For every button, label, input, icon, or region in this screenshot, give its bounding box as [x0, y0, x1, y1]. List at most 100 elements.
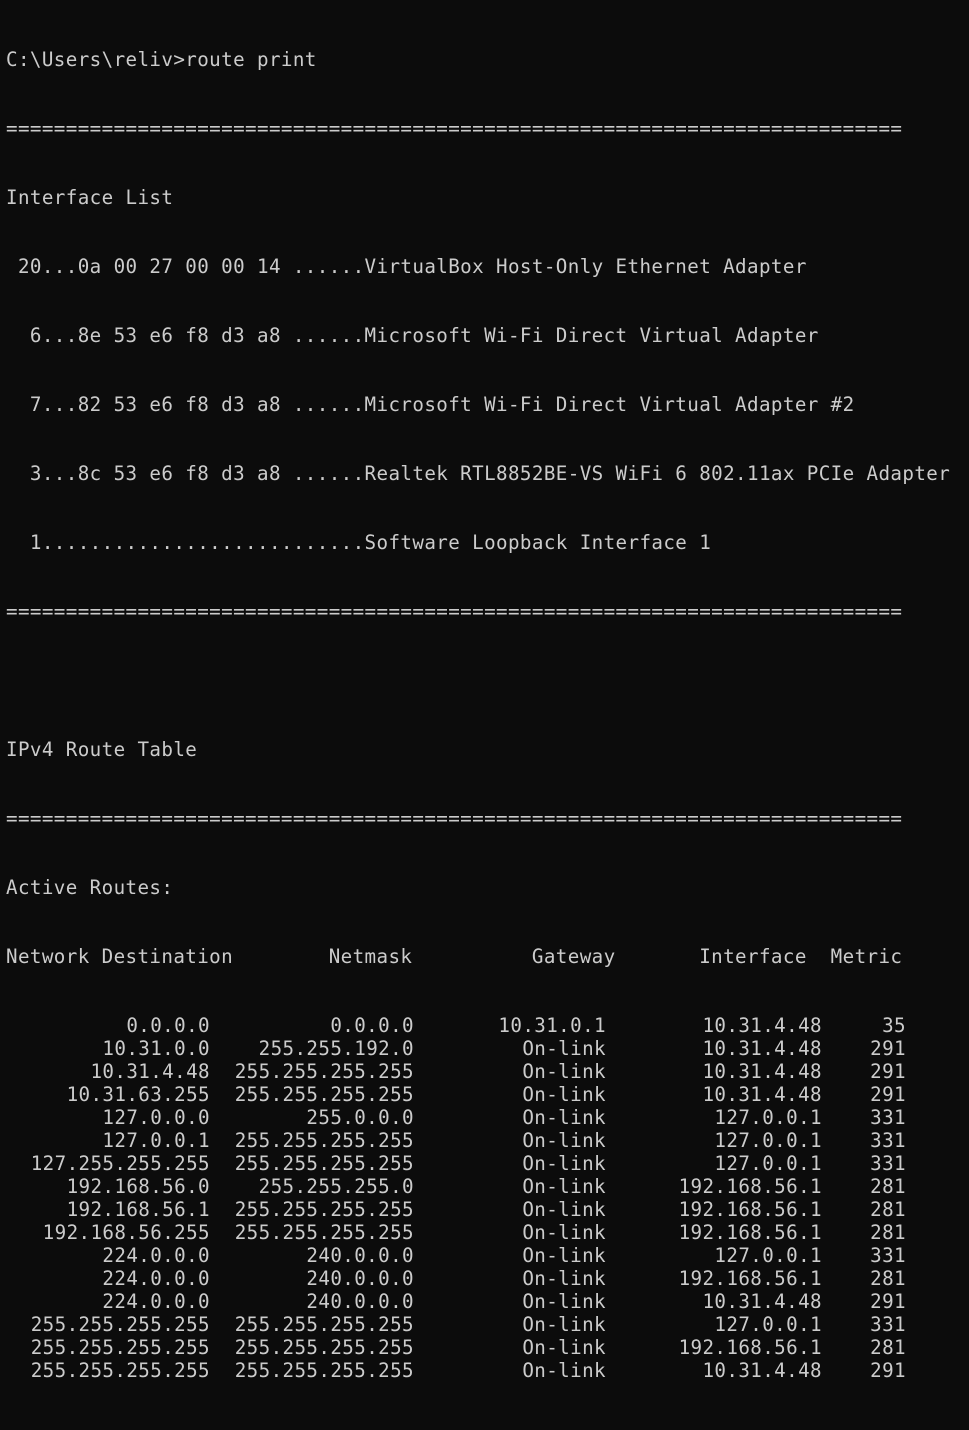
route-metric: 331: [870, 1152, 906, 1175]
route-destination: 255.255.255.255: [30, 1313, 210, 1336]
route-gateway: On-link: [522, 1198, 606, 1221]
route-metric: 281: [870, 1336, 906, 1359]
route-netmask: 255.255.255.255: [234, 1336, 414, 1359]
route-row: 192.168.56.1 255.255.255.255 On-link 192.16…: [6, 1198, 950, 1221]
route-gateway: On-link: [522, 1175, 606, 1198]
route-interface: 10.31.4.48: [702, 1037, 822, 1060]
route-row: 127.0.0.1 255.255.255.255 On-link 127.0.0.1…: [6, 1129, 950, 1152]
route-gateway: On-link: [522, 1290, 606, 1313]
route-metric: 291: [870, 1290, 906, 1313]
route-netmask: 255.255.255.255: [234, 1198, 414, 1221]
route-gateway: On-link: [522, 1060, 606, 1083]
route-destination: 192.168.56.0: [66, 1175, 210, 1198]
interface-list-title: Interface List: [6, 186, 174, 209]
route-gateway: 10.31.0.1: [498, 1014, 606, 1037]
route-destination: 127.0.0.1: [102, 1129, 210, 1152]
route-metric: 331: [870, 1313, 906, 1336]
active-routes-label: Active Routes:: [6, 876, 174, 899]
route-metric: 291: [870, 1083, 906, 1106]
route-interface: 127.0.0.1: [714, 1106, 822, 1129]
route-interface: 10.31.4.48: [702, 1083, 822, 1106]
route-metric: 281: [870, 1221, 906, 1244]
route-row: 10.31.63.255 255.255.255.255 On-link 10.31.…: [6, 1083, 950, 1106]
route-row: 255.255.255.255 255.255.255.255 On-link 127…: [6, 1313, 950, 1336]
route-row: 0.0.0.0 0.0.0.0 10.31.0.1 10.31.4.48 35: [6, 1014, 950, 1037]
route-row: 224.0.0.0 240.0.0.0 On-link 127.0.0.1 331: [6, 1244, 950, 1267]
interface-entry: 7...82 53 e6 f8 d3 a8 ......Microsoft Wi…: [6, 393, 855, 416]
route-destination: 10.31.63.255: [66, 1083, 210, 1106]
route-netmask: 0.0.0.0: [330, 1014, 414, 1037]
route-metric: 35: [882, 1014, 906, 1037]
route-netmask: 240.0.0.0: [306, 1267, 414, 1290]
route-netmask: 255.255.192.0: [258, 1037, 414, 1060]
route-netmask: 255.255.255.255: [234, 1129, 414, 1152]
route-destination: 10.31.0.0: [102, 1037, 210, 1060]
ipv4-route-table-title: IPv4 Route Table: [6, 738, 198, 761]
route-netmask: 240.0.0.0: [306, 1290, 414, 1313]
route-interface: 10.31.4.48: [702, 1359, 822, 1382]
route-netmask: 255.255.255.255: [234, 1152, 414, 1175]
route-metric: 281: [870, 1175, 906, 1198]
route-netmask: 255.255.255.0: [258, 1175, 414, 1198]
route-gateway: On-link: [522, 1083, 606, 1106]
interface-entry: 3...8c 53 e6 f8 d3 a8 ......Realtek RTL8…: [6, 462, 951, 485]
route-metric: 331: [870, 1129, 906, 1152]
route-interface: 10.31.4.48: [702, 1060, 822, 1083]
route-interface: 192.168.56.1: [678, 1336, 822, 1359]
route-row: 224.0.0.0 240.0.0.0 On-link 192.168.56.1 281: [6, 1267, 950, 1290]
route-gateway: On-link: [522, 1221, 606, 1244]
route-gateway: On-link: [522, 1359, 606, 1382]
route-gateway: On-link: [522, 1037, 606, 1060]
route-gateway: On-link: [522, 1106, 606, 1129]
separator-line: ========================================…: [6, 117, 903, 140]
route-interface: 127.0.0.1: [714, 1129, 822, 1152]
separator-line: ========================================…: [6, 1428, 906, 1430]
route-table: 0.0.0.0 0.0.0.0 10.31.0.1 10.31.4.48 35 10.31…: [6, 1014, 950, 1382]
route-destination: 224.0.0.0: [102, 1290, 210, 1313]
route-destination: 10.31.4.48: [90, 1060, 210, 1083]
route-metric: 281: [870, 1267, 906, 1290]
route-destination: 127.0.0.0: [102, 1106, 210, 1129]
route-netmask: 255.255.255.255: [234, 1359, 414, 1382]
route-row: 10.31.4.48 255.255.255.255 On-link 10.31.4.…: [6, 1060, 950, 1083]
route-gateway: On-link: [522, 1267, 606, 1290]
separator-line: ========================================…: [6, 807, 903, 830]
route-destination: 192.168.56.255: [42, 1221, 210, 1244]
route-row: 10.31.0.0 255.255.192.0 On-link 10.31.4.48 2…: [6, 1037, 950, 1060]
route-metric: 291: [870, 1359, 906, 1382]
route-netmask: 255.255.255.255: [234, 1221, 414, 1244]
route-row: 255.255.255.255 255.255.255.255 On-link 192…: [6, 1336, 950, 1359]
route-row: 127.0.0.0 255.0.0.0 On-link 127.0.0.1 331: [6, 1106, 950, 1129]
route-interface: 192.168.56.1: [678, 1267, 822, 1290]
route-netmask: 255.255.255.255: [234, 1060, 414, 1083]
separator-line: ========================================…: [6, 600, 903, 623]
route-destination: 255.255.255.255: [30, 1359, 210, 1382]
route-row: 192.168.56.255 255.255.255.255 On-link 192.…: [6, 1221, 950, 1244]
route-interface: 127.0.0.1: [714, 1152, 822, 1175]
route-gateway: On-link: [522, 1244, 606, 1267]
interface-entry: 6...8e 53 e6 f8 d3 a8 ......Microsoft Wi…: [6, 324, 819, 347]
route-row: 255.255.255.255 255.255.255.255 On-link 10.…: [6, 1359, 950, 1382]
route-interface: 192.168.56.1: [678, 1198, 822, 1221]
route-gateway: On-link: [522, 1129, 606, 1152]
route-destination: 0.0.0.0: [126, 1014, 210, 1037]
route-row: 224.0.0.0 240.0.0.0 On-link 10.31.4.48 291: [6, 1290, 950, 1313]
route-metric: 331: [870, 1244, 906, 1267]
route-metric: 281: [870, 1198, 906, 1221]
route-row: 192.168.56.0 255.255.255.0 On-link 192.168.…: [6, 1175, 950, 1198]
route-destination: 224.0.0.0: [102, 1244, 210, 1267]
route-metric: 291: [870, 1060, 906, 1083]
route-interface: 127.0.0.1: [714, 1244, 822, 1267]
route-interface: 10.31.4.48: [702, 1014, 822, 1037]
route-netmask: 255.0.0.0: [306, 1106, 414, 1129]
route-interface: 192.168.56.1: [678, 1175, 822, 1198]
route-destination: 255.255.255.255: [30, 1336, 210, 1359]
interface-entry: 20...0a 00 27 00 00 14 ......VirtualBox …: [6, 255, 807, 278]
interface-entry: 1...........................Software Loo…: [6, 531, 712, 554]
route-metric: 331: [870, 1106, 906, 1129]
route-netmask: 255.255.255.255: [234, 1083, 414, 1106]
route-destination: 192.168.56.1: [66, 1198, 210, 1221]
route-interface: 10.31.4.48: [702, 1290, 822, 1313]
terminal-output[interactable]: C:\Users\reliv>route print =============…: [6, 2, 950, 1430]
